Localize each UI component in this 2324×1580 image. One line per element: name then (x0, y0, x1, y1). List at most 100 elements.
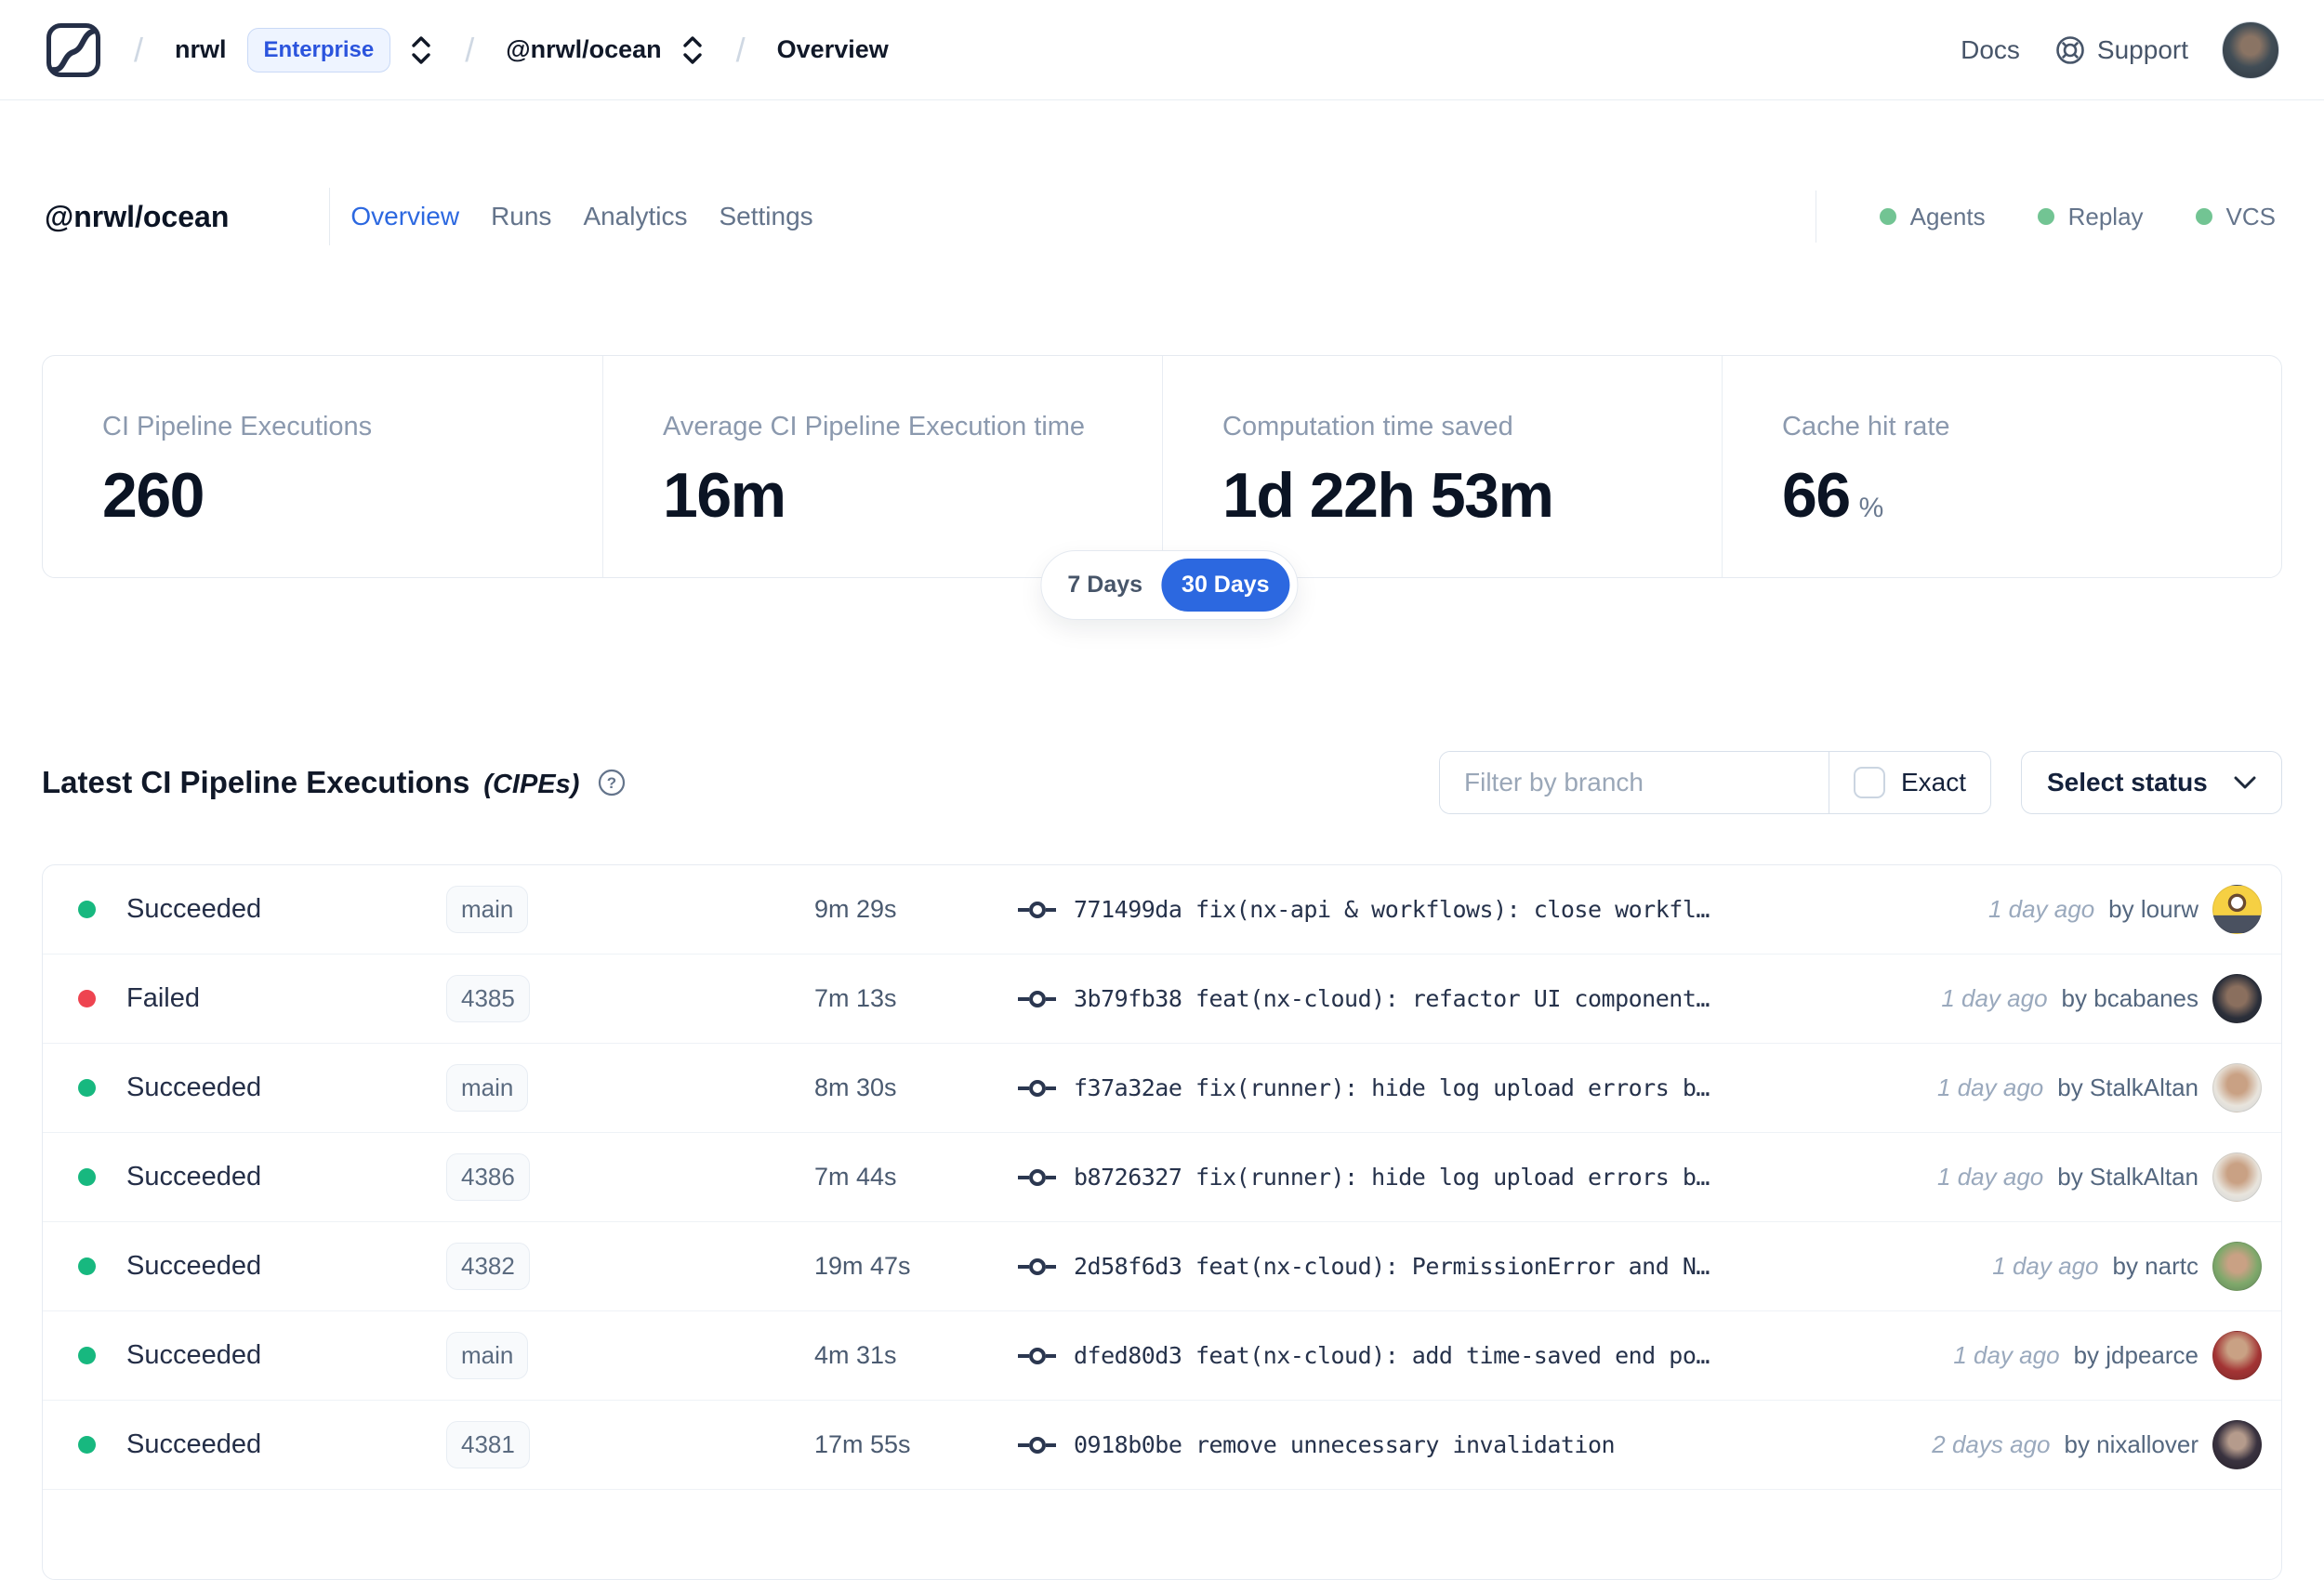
tab-runs[interactable]: Runs (491, 202, 551, 231)
chevron-up-down-icon (682, 35, 702, 64)
status-label: Succeeded (126, 1073, 262, 1102)
commit-hash: dfed80d3 (1074, 1342, 1182, 1369)
range-7-days-button[interactable]: 7 Days (1049, 560, 1161, 610)
time-ago: 1 day ago (1941, 984, 2048, 1012)
breadcrumb-org[interactable]: nrwl (175, 35, 227, 64)
service-statuses: Agents Replay VCS (1815, 191, 2279, 243)
author-avatar (2212, 1420, 2262, 1469)
duration: 9m 29s (814, 895, 897, 923)
author-avatar (2212, 1152, 2262, 1202)
percent-suffix: % (1858, 493, 1884, 523)
table-row[interactable]: Succeeded 4382 19m 47s 2d58f6d3 feat(nx-… (43, 1222, 2281, 1311)
tab-analytics[interactable]: Analytics (583, 202, 687, 231)
commit-message: feat(nx-cloud): PermissionError and N… (1195, 1253, 1710, 1280)
status-dot-green (1879, 208, 1896, 225)
branch-badge: main (446, 886, 529, 933)
breadcrumb: / nrwl Enterprise / @nrwl/ocean / Overvi… (45, 21, 889, 79)
author: by StalkAltan (2057, 1163, 2199, 1191)
service-replay[interactable]: Replay (2037, 203, 2144, 231)
status-label: Failed (126, 983, 200, 1013)
user-avatar[interactable] (2222, 20, 2279, 79)
stats-cards: CI Pipeline Executions 260 Average CI Pi… (42, 355, 2282, 620)
status-dot-success (78, 1079, 96, 1097)
time-ago: 1 day ago (1937, 1163, 2044, 1191)
table-row[interactable]: Succeeded main 9m 29s 771499da fix(nx-ap… (43, 865, 2281, 955)
branch-badge: 4382 (446, 1243, 530, 1290)
table-row[interactable]: Succeeded main 4m 31s dfed80d3 feat(nx-c… (43, 1311, 2281, 1401)
status-label: Succeeded (126, 1340, 262, 1370)
stat-average-execution-time: Average CI Pipeline Execution time 16m (602, 356, 1162, 577)
tab-overview[interactable]: Overview (350, 202, 459, 231)
commit-hash: f37a32ae (1074, 1074, 1182, 1101)
workspace-title: @nrwl/ocean (45, 199, 230, 233)
workspace-header: @nrwl/ocean Overview Runs Analytics Sett… (0, 184, 2324, 249)
author: by StalkAltan (2057, 1073, 2199, 1101)
git-commit-icon (1018, 1347, 1056, 1364)
git-commit-icon (1018, 1436, 1056, 1454)
nx-cloud-logo-icon[interactable] (45, 21, 102, 79)
status-dot-success (78, 1168, 96, 1186)
commit-hash: 3b79fb38 (1074, 985, 1182, 1012)
support-link[interactable]: Support (2053, 33, 2188, 67)
author-avatar (2212, 1331, 2262, 1380)
author-avatar (2212, 885, 2262, 934)
tab-settings[interactable]: Settings (719, 202, 812, 231)
exact-toggle[interactable]: Exact (1829, 752, 1990, 813)
branch-filter-input[interactable] (1440, 752, 1829, 813)
git-commit-icon (1018, 1079, 1056, 1097)
branch-badge: main (446, 1064, 529, 1112)
date-range-toggle: 7 Days 30 Days (1040, 550, 1299, 620)
range-30-days-button[interactable]: 30 Days (1161, 559, 1290, 612)
duration: 7m 44s (814, 1163, 897, 1191)
status-dot-failed (78, 990, 96, 1007)
chevron-down-icon (2234, 776, 2256, 788)
section-title-suffix: (CIPEs) (483, 770, 580, 799)
branch-badge: 4385 (446, 975, 530, 1022)
docs-link[interactable]: Docs (1961, 35, 2020, 65)
divider (329, 188, 331, 245)
time-ago: 1 day ago (1987, 895, 2095, 923)
time-ago: 1 day ago (1937, 1073, 2044, 1101)
duration: 17m 55s (814, 1430, 911, 1458)
breadcrumb-workspace[interactable]: @nrwl/ocean (506, 35, 661, 64)
author: by jdpearce (2073, 1341, 2199, 1369)
duration: 4m 31s (814, 1341, 897, 1369)
chevron-up-down-icon (412, 35, 430, 64)
exact-checkbox[interactable] (1853, 767, 1885, 798)
git-commit-icon (1018, 990, 1056, 1007)
stat-computation-time-saved: Computation time saved 1d 22h 53m (1162, 356, 1722, 577)
commit-hash: 0918b0be (1074, 1431, 1182, 1458)
git-commit-icon (1018, 1257, 1056, 1275)
table-row[interactable]: Succeeded 4386 7m 44s b8726327 fix(runne… (43, 1133, 2281, 1222)
support-label: Support (2096, 34, 2188, 64)
branch-badge: main (446, 1332, 529, 1379)
commit-hash: 2d58f6d3 (1074, 1253, 1182, 1280)
help-icon[interactable]: ? (598, 769, 626, 797)
service-vcs[interactable]: VCS (2195, 203, 2276, 231)
cipe-section-header: Latest CI Pipeline Executions (CIPEs) ? … (42, 751, 2282, 814)
service-agents[interactable]: Agents (1879, 203, 1986, 231)
nav-actions: Docs Support (1961, 20, 2279, 79)
exact-label: Exact (1900, 768, 1966, 797)
table-row[interactable]: Failed 4385 7m 13s 3b79fb38 feat(nx-clou… (43, 955, 2281, 1044)
duration: 19m 47s (814, 1252, 911, 1280)
table-row[interactable]: Succeeded main 8m 30s f37a32ae fix(runne… (43, 1044, 2281, 1133)
workspace-switcher-button[interactable] (680, 33, 705, 67)
table-row[interactable]: Succeeded 4381 17m 55s 0918b0be remove u… (43, 1401, 2281, 1490)
status-select-button[interactable]: Select status (2021, 751, 2282, 814)
author-avatar (2212, 1242, 2262, 1291)
time-ago: 2 days ago (1932, 1430, 2051, 1458)
org-switcher-button[interactable] (409, 33, 433, 67)
status-label: Succeeded (126, 1429, 262, 1459)
git-commit-icon (1018, 1168, 1056, 1186)
stat-cache-hit-rate: Cache hit rate 66% (1722, 356, 2281, 577)
top-nav: / nrwl Enterprise / @nrwl/ocean / Overvi… (0, 0, 2324, 100)
commit-message: fix(runner): hide log upload errors b… (1195, 1164, 1710, 1191)
section-title: Latest CI Pipeline Executions (CIPEs) (42, 765, 580, 799)
time-ago: 1 day ago (1992, 1252, 2099, 1280)
status-label: Succeeded (126, 1251, 262, 1281)
duration: 7m 13s (814, 984, 897, 1012)
enterprise-badge[interactable]: Enterprise (246, 27, 391, 72)
breadcrumb-page[interactable]: Overview (777, 35, 889, 64)
status-dot-success (78, 1436, 96, 1454)
